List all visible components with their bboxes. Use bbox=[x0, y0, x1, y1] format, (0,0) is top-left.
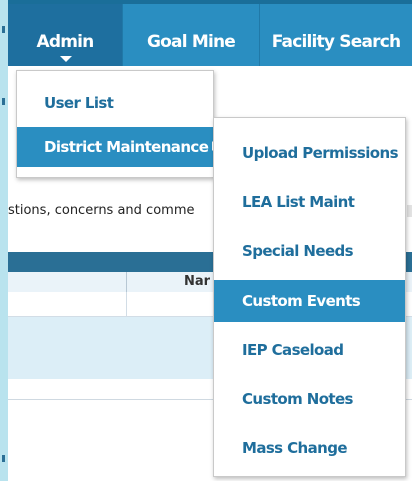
edge-marker bbox=[2, 455, 5, 462]
nav-admin[interactable]: Admin bbox=[8, 4, 122, 66]
nav-admin-label: Admin bbox=[36, 32, 95, 52]
menu-item-custom-notes[interactable]: Custom Notes bbox=[214, 379, 405, 419]
menu-item-label: Custom Events bbox=[242, 292, 361, 310]
caret-down-icon bbox=[60, 56, 72, 62]
column-divider bbox=[126, 292, 127, 316]
menu-item-label: LEA List Maint bbox=[242, 193, 355, 211]
page-instructions-text: stions, concerns and comme bbox=[8, 203, 195, 218]
left-edge-strip bbox=[0, 0, 8, 481]
menu-item-iep-caseload[interactable]: IEP Caseload bbox=[214, 330, 405, 370]
top-nav-bar: Admin Goal Mine Facility Search bbox=[8, 0, 412, 66]
edge-marker bbox=[2, 26, 5, 33]
menu-item-label: Upload Permissions bbox=[242, 144, 399, 162]
menu-item-custom-events[interactable]: Custom Events bbox=[214, 280, 405, 322]
table-column-name: Nar bbox=[184, 274, 211, 289]
district-maintenance-submenu: Upload Permissions LEA List Maint Specia… bbox=[213, 117, 406, 477]
menu-item-label: Custom Notes bbox=[242, 390, 353, 408]
nav-facility-search[interactable]: Facility Search bbox=[259, 4, 412, 66]
menu-item-label: Mass Change bbox=[242, 439, 348, 457]
edge-marker bbox=[2, 98, 5, 105]
column-divider bbox=[126, 272, 127, 292]
scrollbar-fragment[interactable] bbox=[407, 205, 412, 217]
nav-goal-mine-label: Goal Mine bbox=[146, 32, 236, 52]
menu-item-label: Special Needs bbox=[242, 242, 354, 260]
menu-item-special-needs[interactable]: Special Needs bbox=[214, 231, 405, 271]
menu-item-user-list[interactable]: User List bbox=[17, 83, 213, 123]
admin-dropdown-menu: User List District Maintenance bbox=[16, 70, 218, 178]
menu-item-district-maintenance[interactable]: District Maintenance bbox=[17, 127, 218, 167]
nav-goal-mine[interactable]: Goal Mine bbox=[122, 4, 259, 66]
menu-item-label: IEP Caseload bbox=[242, 341, 344, 359]
menu-item-mass-change[interactable]: Mass Change bbox=[214, 428, 405, 468]
menu-item-upload-permissions[interactable]: Upload Permissions bbox=[214, 133, 405, 173]
menu-item-lea-list-maint[interactable]: LEA List Maint bbox=[214, 182, 405, 222]
menu-item-label: District Maintenance bbox=[44, 138, 209, 156]
menu-item-label: User List bbox=[44, 94, 114, 112]
nav-facility-search-label: Facility Search bbox=[271, 32, 401, 52]
